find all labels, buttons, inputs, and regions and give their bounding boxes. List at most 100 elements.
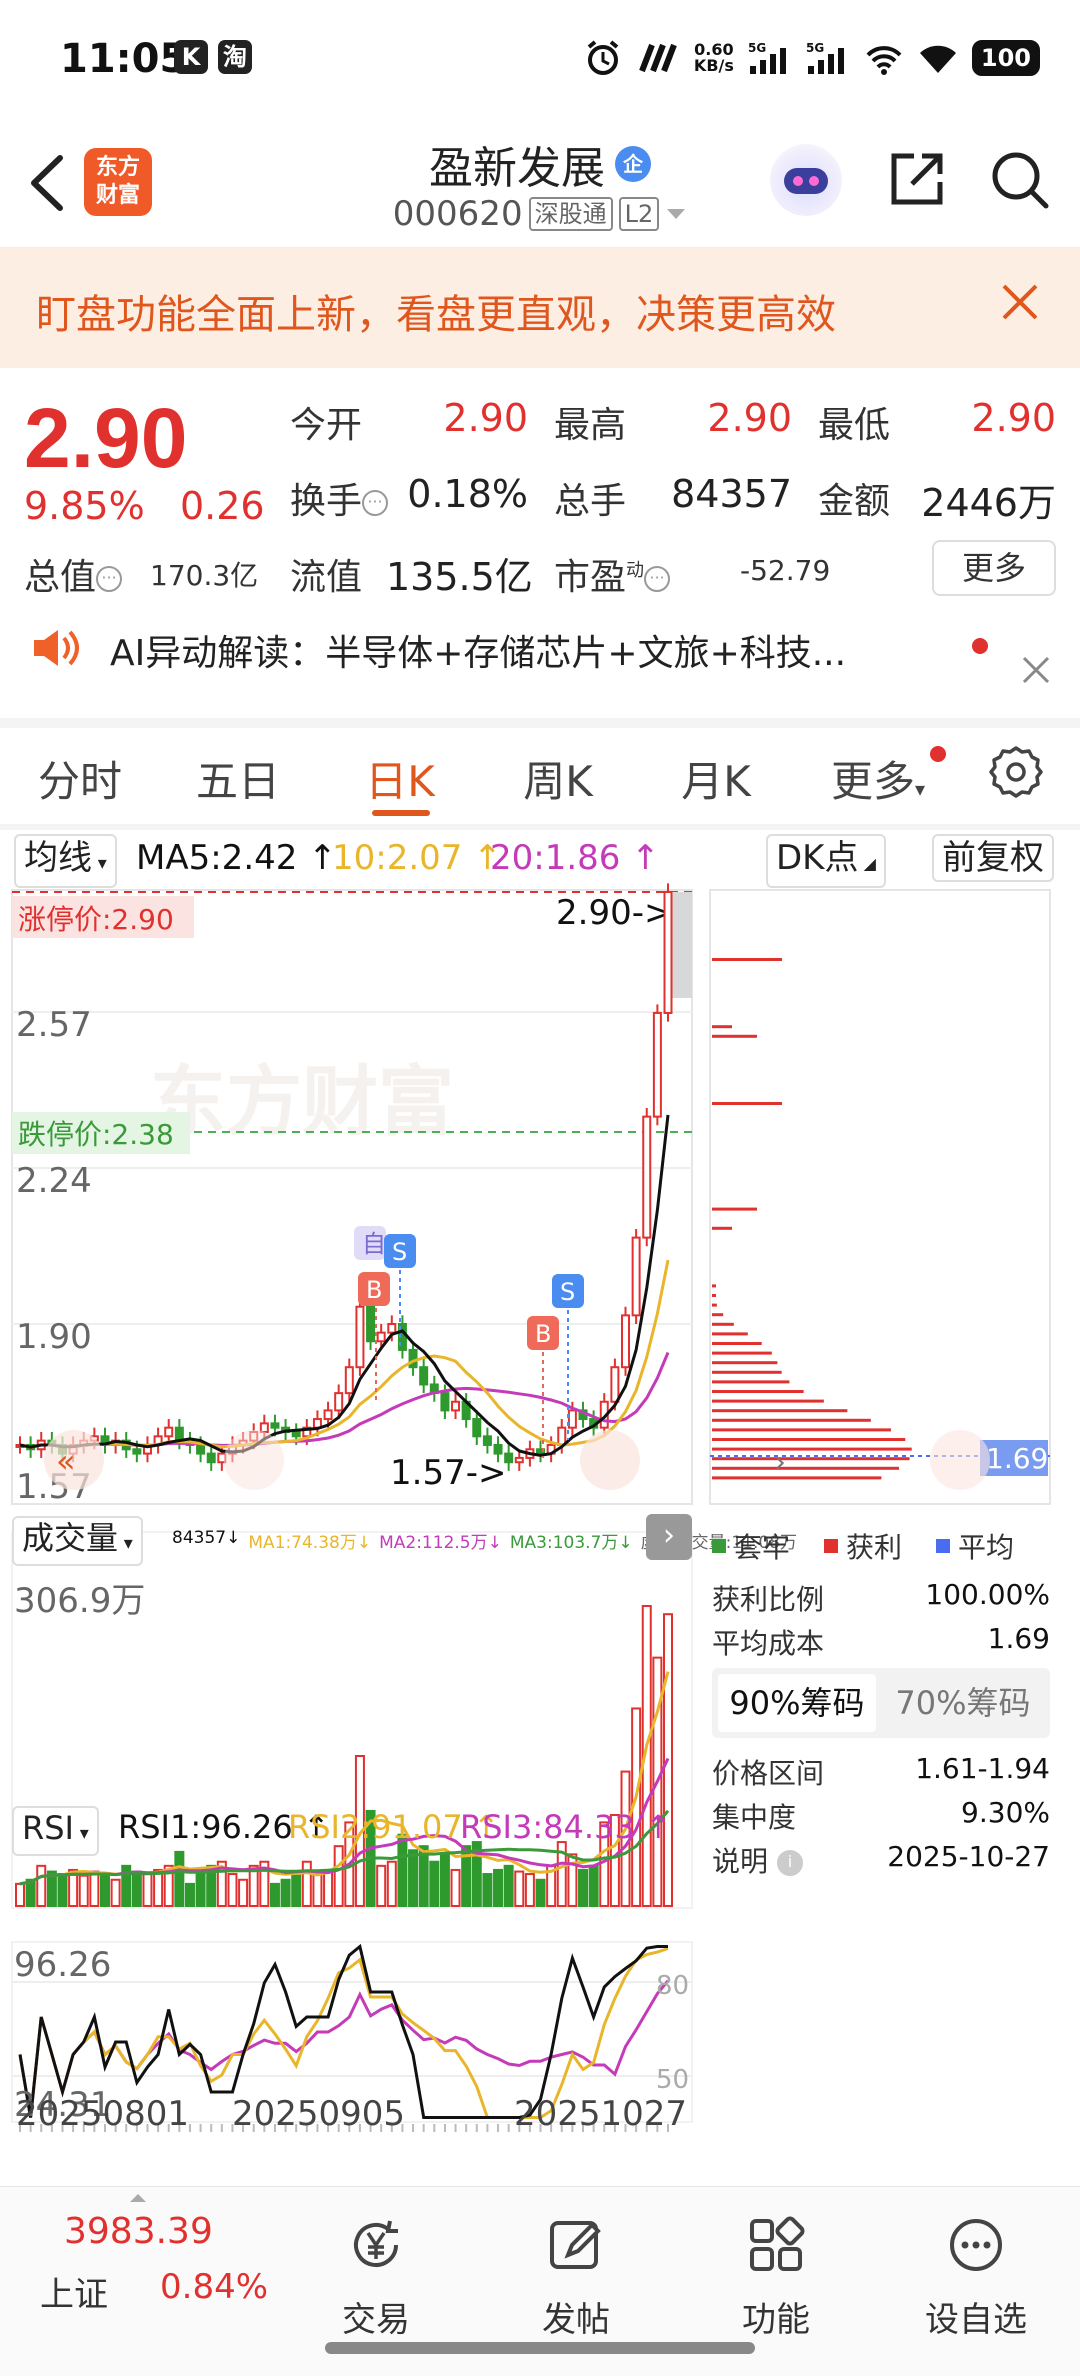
- tab-five-day[interactable]: 五日: [178, 748, 298, 809]
- volume-bar: [142, 1873, 153, 1907]
- tab-monthly-k[interactable]: 月K: [656, 748, 776, 809]
- candle-body: [164, 1426, 174, 1438]
- candle-body: [621, 1314, 631, 1369]
- info-icon[interactable]: ···: [96, 566, 123, 592]
- tab-daily-k[interactable]: 日K: [340, 748, 460, 809]
- chip-bar: [712, 1476, 882, 1480]
- volume-bar: [153, 1868, 164, 1908]
- candle-body: [567, 1409, 577, 1429]
- status-icons: 0.60 KB/s 5G 5G 100: [584, 36, 1040, 80]
- avg-cost-value: 1.69: [987, 1622, 1050, 1655]
- home-indicator[interactable]: [325, 2342, 755, 2354]
- mktcap-label: 总值 ···: [24, 548, 123, 600]
- price-range-label: 价格区间: [712, 1757, 825, 1790]
- candle-body: [440, 1392, 450, 1412]
- index-name[interactable]: 上证: [40, 2267, 108, 2316]
- tab-intraday[interactable]: 分时: [20, 748, 140, 809]
- float-label: 流值: [290, 557, 363, 598]
- candle-body: [451, 1400, 461, 1412]
- enterprise-badge-icon: 企: [615, 146, 651, 182]
- chip-compare-button[interactable]: [930, 1430, 990, 1490]
- volume-value: 84357: [671, 472, 792, 516]
- candle-body: [610, 1366, 620, 1403]
- candle-body: [408, 1348, 418, 1369]
- ma5-value: MA5:2.42 ↑: [136, 838, 337, 878]
- chip-bar: [712, 1457, 910, 1461]
- volume-bar: [269, 1882, 280, 1907]
- volume-label: 总手: [554, 481, 627, 522]
- index-value[interactable]: 3983.39: [64, 2211, 213, 2252]
- candle-body: [642, 1115, 652, 1239]
- scroll-right-button[interactable]: [580, 1430, 640, 1490]
- price-tick: 1.90: [16, 1317, 92, 1357]
- candle-body: [504, 1452, 514, 1464]
- volume-bar: [291, 1874, 302, 1907]
- volume-bar: [450, 1868, 461, 1908]
- volume-bar: [429, 1860, 440, 1908]
- chip-bar: [712, 1466, 900, 1470]
- more-quote-button[interactable]: 更多: [932, 540, 1056, 596]
- expand-up-icon[interactable]: [128, 2187, 148, 2206]
- close-icon[interactable]: [1016, 650, 1056, 690]
- alarm-icon: [587, 40, 619, 75]
- crosshair-button[interactable]: [224, 1430, 284, 1490]
- chip-distribution: [712, 958, 912, 1480]
- adjust-price-button[interactable]: 前复权: [932, 834, 1054, 882]
- chip-bar: [712, 1294, 716, 1297]
- tab-chip-70[interactable]: 70%筹码: [884, 1674, 1042, 1732]
- rsi-level-80: 80: [656, 1971, 689, 2001]
- promo-banner[interactable]: 盯盘功能全面上新，看盘更直观，决策更高效: [0, 248, 1080, 368]
- candle-body: [334, 1392, 344, 1412]
- volume-bar: [174, 1850, 185, 1907]
- close-icon[interactable]: [994, 276, 1046, 328]
- amount-label: 金额: [818, 481, 891, 522]
- info-icon[interactable]: i: [776, 1850, 803, 1876]
- tab-weekly-k[interactable]: 周K: [498, 748, 618, 809]
- chip-bar: [712, 1034, 757, 1038]
- volume-bar: [110, 1878, 121, 1908]
- search-icon[interactable]: [988, 148, 1052, 212]
- volume-bar: [535, 1878, 546, 1908]
- divider: [0, 824, 1080, 830]
- volume-bar: [588, 1864, 599, 1907]
- status-time: 11:05: [60, 36, 188, 82]
- candle-body: [482, 1435, 492, 1446]
- chip-legend: 套牢 获利 平均: [712, 1526, 1014, 1566]
- share-icon[interactable]: [884, 148, 948, 212]
- info-icon[interactable]: ···: [362, 490, 389, 516]
- candle-body: [419, 1366, 429, 1386]
- signal-5g-icon-2: 5G: [806, 41, 844, 74]
- tab-more[interactable]: 更多▾: [818, 748, 938, 809]
- nav-add-watchlist[interactable]: 设自选: [906, 2215, 1046, 2341]
- x-axis-label: 20250905: [232, 2094, 406, 2134]
- volume-bar: [493, 1868, 504, 1908]
- tab-chip-90[interactable]: 90%筹码: [718, 1674, 876, 1732]
- price-tick: 2.57: [16, 1005, 92, 1045]
- gear-icon[interactable]: [988, 744, 1044, 800]
- index-change[interactable]: 0.84%: [160, 2267, 268, 2307]
- ai-insight-strip[interactable]: AI异动解读：半导体+存储芯片+文旅+科技...: [0, 610, 1080, 718]
- pe-value: -52.79: [740, 554, 831, 587]
- x-axis-label: 20250801: [16, 2094, 190, 2134]
- ai-assistant-icon[interactable]: [770, 144, 842, 216]
- candle-body: [196, 1443, 206, 1455]
- low-price-marker: 1.57->: [390, 1453, 506, 1493]
- volume-bar: [227, 1873, 238, 1907]
- rsi-max-label: 96.26: [14, 1945, 111, 1985]
- nav-trade[interactable]: 交易: [306, 2215, 446, 2341]
- chevron-right-icon[interactable]: ›: [774, 1445, 786, 1480]
- chip-bar: [712, 1399, 824, 1403]
- unread-dot: [972, 638, 988, 654]
- chip-bar: [712, 1438, 906, 1441]
- rsi-selector[interactable]: RSI ▾: [12, 1806, 99, 1856]
- note-date: 2025-10-27: [887, 1840, 1050, 1873]
- nav-functions[interactable]: 功能: [706, 2215, 846, 2341]
- nav-post[interactable]: 发帖: [506, 2215, 646, 2341]
- banner-text: 盯盘功能全面上新，看盘更直观，决策更高效: [36, 292, 836, 338]
- volume-bar: [238, 1878, 249, 1908]
- expand-panel-button[interactable]: ›: [646, 1514, 692, 1560]
- kline-chart[interactable]: 东方财富 涨停价:2.90 跌停价:2.38 2.57 2.24 1.90 1.…: [0, 880, 1080, 2170]
- info-icon[interactable]: ···: [644, 566, 671, 592]
- volume-selector[interactable]: 成交量 ▾: [12, 1516, 143, 1566]
- chip-bar: [712, 1332, 748, 1336]
